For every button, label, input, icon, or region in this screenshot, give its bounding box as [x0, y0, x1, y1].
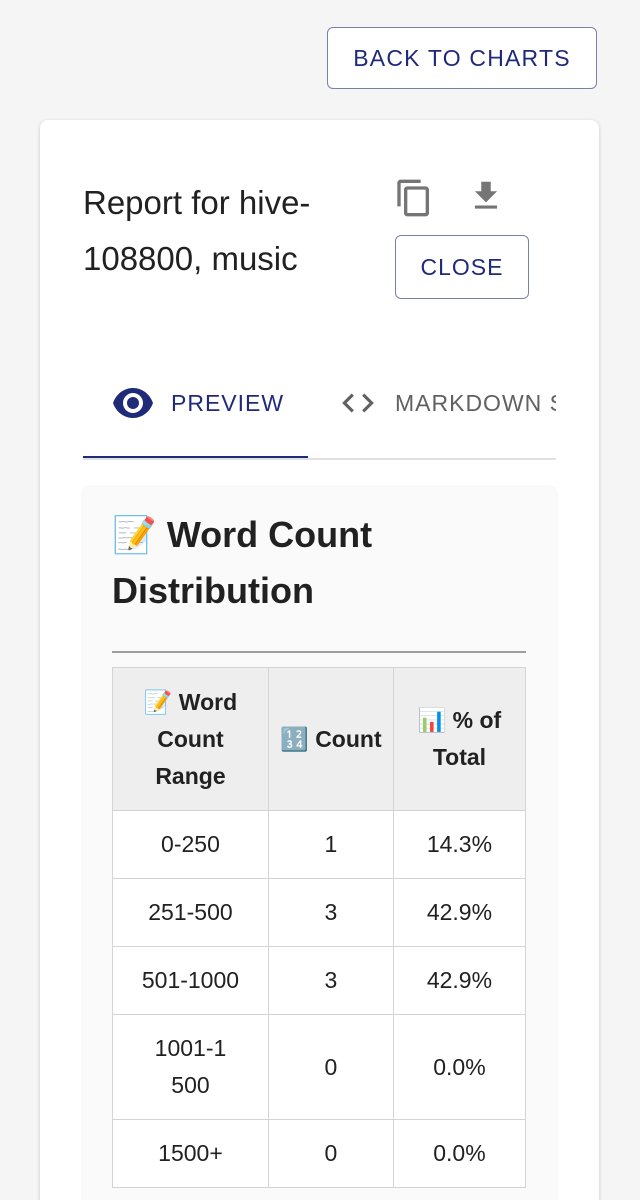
- code-icon: [339, 390, 377, 416]
- tab-preview-label: PREVIEW: [171, 389, 285, 416]
- table-row: 1001-1500 0 0.0%: [112, 1014, 527, 1120]
- page: BACK TO CHARTS Report for hive-108800, m…: [0, 0, 640, 1200]
- count-cell: 3: [267, 878, 394, 947]
- tab-markdown-source[interactable]: MARKDOWN SOURCE: [339, 350, 556, 456]
- section-heading: 📝 Word Count Distribution: [112, 514, 373, 611]
- header-count: 🔢 Count: [267, 667, 394, 811]
- report-title: Report for hive-108800, music: [83, 184, 311, 277]
- percent-cell: 42.9%: [392, 946, 527, 1015]
- table-header-row: 📝 Word Count Range 🔢 Count 📊 % of Total: [112, 667, 527, 811]
- percent-cell: 14.3%: [392, 810, 527, 879]
- tab-bar: PREVIEW MARKDOWN SOURCE: [83, 350, 556, 460]
- tab-preview[interactable]: PREVIEW: [113, 350, 284, 456]
- tab-markdown-label: MARKDOWN SOURCE: [395, 389, 556, 416]
- percent-cell: 0.0%: [392, 1014, 527, 1120]
- table-row: 501-1000 3 42.9%: [112, 946, 527, 1015]
- count-cell: 0: [267, 1119, 394, 1188]
- header-word-count-range: 📝 Word Count Range: [112, 667, 269, 811]
- report-card: Report for hive-108800, music CLOSE PREV…: [40, 120, 599, 1200]
- range-cell: 1500+: [112, 1119, 269, 1188]
- count-cell: 3: [267, 946, 394, 1015]
- download-icon[interactable]: [464, 174, 508, 218]
- count-cell: 1: [267, 810, 394, 879]
- preview-content: 📝 Word Count Distribution 📝 Word Count R…: [83, 487, 556, 1200]
- divider: [112, 651, 526, 653]
- table-row: 251-500 3 42.9%: [112, 878, 527, 947]
- close-button[interactable]: CLOSE: [395, 235, 529, 299]
- table-row: 0-250 1 14.3%: [112, 810, 527, 879]
- percent-cell: 42.9%: [392, 878, 527, 947]
- back-to-charts-button[interactable]: BACK TO CHARTS: [327, 27, 597, 89]
- active-tab-indicator: [83, 456, 308, 458]
- word-count-table: 📝 Word Count Range 🔢 Count 📊 % of Total …: [112, 667, 527, 1188]
- table-row: 1500+ 0 0.0%: [112, 1119, 527, 1188]
- range-cell: 251-500: [112, 878, 269, 947]
- range-cell: 0-250: [112, 810, 269, 879]
- count-cell: 0: [267, 1014, 394, 1120]
- range-cell: 1001-1500: [112, 1014, 269, 1120]
- percent-cell: 0.0%: [392, 1119, 527, 1188]
- header-percent-total: 📊 % of Total: [392, 667, 527, 811]
- copy-icon[interactable]: [392, 176, 436, 220]
- range-cell: 501-1000: [112, 946, 269, 1015]
- eye-icon: [113, 388, 153, 418]
